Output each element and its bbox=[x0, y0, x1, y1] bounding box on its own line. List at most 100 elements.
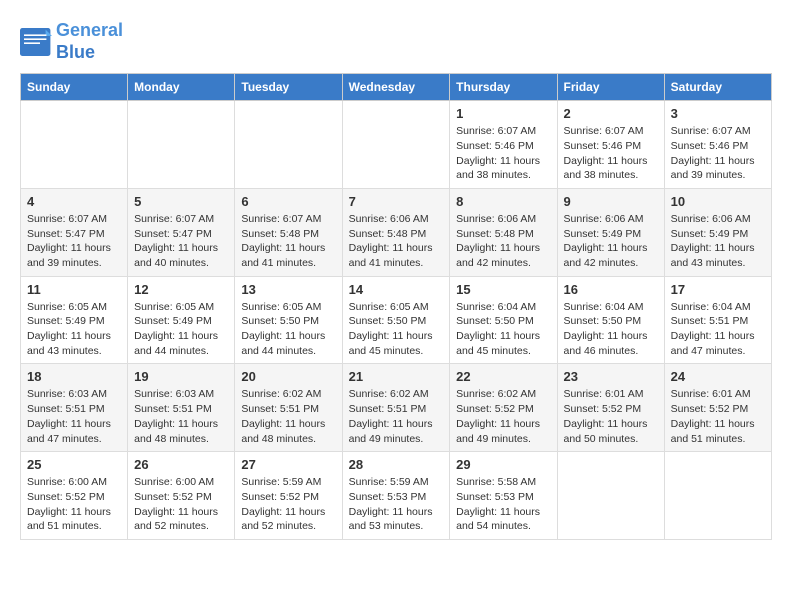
day-info: Sunrise: 6:00 AM Sunset: 5:52 PM Dayligh… bbox=[134, 475, 228, 534]
day-info: Sunrise: 5:59 AM Sunset: 5:52 PM Dayligh… bbox=[241, 475, 335, 534]
day-number: 28 bbox=[349, 457, 444, 472]
day-info: Sunrise: 6:07 AM Sunset: 5:46 PM Dayligh… bbox=[456, 124, 550, 183]
day-number: 27 bbox=[241, 457, 335, 472]
week-row-1: 4Sunrise: 6:07 AM Sunset: 5:47 PM Daylig… bbox=[21, 188, 772, 276]
day-number: 16 bbox=[564, 282, 658, 297]
day-cell: 20 Sunrise: 6:02 AM Sunset: 5:51 PM Dayli… bbox=[235, 364, 342, 452]
day-info: Sunrise: 5:59 AM Sunset: 5:53 PM Dayligh… bbox=[349, 475, 444, 534]
day-info: Sunrise: 6:06 AM Sunset: 5:48 PM Dayligh… bbox=[349, 212, 444, 271]
header-cell-saturday: Saturday bbox=[664, 74, 771, 101]
day-number: 9 bbox=[564, 194, 658, 209]
header-cell-sunday: Sunday bbox=[21, 74, 128, 101]
day-number: 29 bbox=[456, 457, 550, 472]
day-info: Sunrise: 6:07 AM Sunset: 5:46 PM Dayligh… bbox=[564, 124, 658, 183]
day-cell bbox=[21, 101, 128, 189]
day-number: 5 bbox=[134, 194, 228, 209]
day-info: Sunrise: 6:00 AM Sunset: 5:52 PM Dayligh… bbox=[27, 475, 121, 534]
day-number: 12 bbox=[134, 282, 228, 297]
day-cell: 19 Sunrise: 6:03 AM Sunset: 5:51 PM Dayli… bbox=[128, 364, 235, 452]
day-number: 19 bbox=[134, 369, 228, 384]
day-cell: 28 Sunrise: 5:59 AM Sunset: 5:53 PM Dayli… bbox=[342, 452, 450, 540]
day-info: Sunrise: 6:05 AM Sunset: 5:49 PM Dayligh… bbox=[27, 300, 121, 359]
week-row-0: 1 Sunrise: 6:07 AM Sunset: 5:46 PM Daylig… bbox=[21, 101, 772, 189]
day-info: Sunrise: 6:06 AM Sunset: 5:48 PM Dayligh… bbox=[456, 212, 550, 271]
day-cell bbox=[128, 101, 235, 189]
day-number: 24 bbox=[671, 369, 765, 384]
day-cell: 17 Sunrise: 6:04 AM Sunset: 5:51 PM Dayli… bbox=[664, 276, 771, 364]
day-info: Sunrise: 6:04 AM Sunset: 5:50 PM Dayligh… bbox=[456, 300, 550, 359]
day-number: 2 bbox=[564, 106, 658, 121]
day-cell: 15 Sunrise: 6:04 AM Sunset: 5:50 PM Dayli… bbox=[450, 276, 557, 364]
day-cell bbox=[664, 452, 771, 540]
week-row-3: 18 Sunrise: 6:03 AM Sunset: 5:51 PM Dayli… bbox=[21, 364, 772, 452]
day-number: 25 bbox=[27, 457, 121, 472]
day-cell: 29 Sunrise: 5:58 AM Sunset: 5:53 PM Dayli… bbox=[450, 452, 557, 540]
day-number: 7 bbox=[349, 194, 444, 209]
day-number: 6 bbox=[241, 194, 335, 209]
day-cell: 9 Sunrise: 6:06 AM Sunset: 5:49 PM Daylig… bbox=[557, 188, 664, 276]
day-info: Sunrise: 6:06 AM Sunset: 5:49 PM Dayligh… bbox=[564, 212, 658, 271]
calendar-table: SundayMondayTuesdayWednesdayThursdayFrid… bbox=[20, 73, 772, 540]
day-info: Sunrise: 6:05 AM Sunset: 5:50 PM Dayligh… bbox=[349, 300, 444, 359]
day-cell: 8 Sunrise: 6:06 AM Sunset: 5:48 PM Daylig… bbox=[450, 188, 557, 276]
day-cell: 2 Sunrise: 6:07 AM Sunset: 5:46 PM Daylig… bbox=[557, 101, 664, 189]
day-number: 13 bbox=[241, 282, 335, 297]
day-cell: 21 Sunrise: 6:02 AM Sunset: 5:51 PM Dayli… bbox=[342, 364, 450, 452]
day-cell: 1 Sunrise: 6:07 AM Sunset: 5:46 PM Daylig… bbox=[450, 101, 557, 189]
day-cell: 7 Sunrise: 6:06 AM Sunset: 5:48 PM Daylig… bbox=[342, 188, 450, 276]
day-cell: 25 Sunrise: 6:00 AM Sunset: 5:52 PM Dayli… bbox=[21, 452, 128, 540]
day-cell: 26 Sunrise: 6:00 AM Sunset: 5:52 PM Dayli… bbox=[128, 452, 235, 540]
day-cell bbox=[235, 101, 342, 189]
day-cell: 12 Sunrise: 6:05 AM Sunset: 5:49 PM Dayli… bbox=[128, 276, 235, 364]
day-info: Sunrise: 6:05 AM Sunset: 5:49 PM Dayligh… bbox=[134, 300, 228, 359]
day-cell bbox=[557, 452, 664, 540]
day-info: Sunrise: 6:04 AM Sunset: 5:51 PM Dayligh… bbox=[671, 300, 765, 359]
logo-icon bbox=[20, 28, 52, 56]
day-cell: 11 Sunrise: 6:05 AM Sunset: 5:49 PM Dayli… bbox=[21, 276, 128, 364]
header-row: SundayMondayTuesdayWednesdayThursdayFrid… bbox=[21, 74, 772, 101]
day-number: 3 bbox=[671, 106, 765, 121]
header-cell-tuesday: Tuesday bbox=[235, 74, 342, 101]
day-number: 15 bbox=[456, 282, 550, 297]
day-cell: 13 Sunrise: 6:05 AM Sunset: 5:50 PM Dayli… bbox=[235, 276, 342, 364]
day-number: 23 bbox=[564, 369, 658, 384]
day-number: 18 bbox=[27, 369, 121, 384]
day-cell: 3Sunrise: 6:07 AM Sunset: 5:46 PM Daylig… bbox=[664, 101, 771, 189]
day-info: Sunrise: 6:02 AM Sunset: 5:51 PM Dayligh… bbox=[349, 387, 444, 446]
day-info: Sunrise: 5:58 AM Sunset: 5:53 PM Dayligh… bbox=[456, 475, 550, 534]
day-cell: 23Sunrise: 6:01 AM Sunset: 5:52 PM Dayli… bbox=[557, 364, 664, 452]
header-cell-friday: Friday bbox=[557, 74, 664, 101]
header-cell-wednesday: Wednesday bbox=[342, 74, 450, 101]
day-cell: 6 Sunrise: 6:07 AM Sunset: 5:48 PM Daylig… bbox=[235, 188, 342, 276]
day-number: 1 bbox=[456, 106, 550, 121]
day-info: Sunrise: 6:04 AM Sunset: 5:50 PM Dayligh… bbox=[564, 300, 658, 359]
day-cell: 5 Sunrise: 6:07 AM Sunset: 5:47 PM Daylig… bbox=[128, 188, 235, 276]
day-info: Sunrise: 6:07 AM Sunset: 5:47 PM Dayligh… bbox=[134, 212, 228, 271]
day-number: 20 bbox=[241, 369, 335, 384]
header-cell-monday: Monday bbox=[128, 74, 235, 101]
day-info: Sunrise: 6:07 AM Sunset: 5:48 PM Dayligh… bbox=[241, 212, 335, 271]
week-row-4: 25 Sunrise: 6:00 AM Sunset: 5:52 PM Dayli… bbox=[21, 452, 772, 540]
day-cell: 27 Sunrise: 5:59 AM Sunset: 5:52 PM Dayli… bbox=[235, 452, 342, 540]
day-info: Sunrise: 6:06 AM Sunset: 5:49 PM Dayligh… bbox=[671, 212, 765, 271]
day-number: 10 bbox=[671, 194, 765, 209]
day-info: Sunrise: 6:05 AM Sunset: 5:50 PM Dayligh… bbox=[241, 300, 335, 359]
day-number: 21 bbox=[349, 369, 444, 384]
day-number: 17 bbox=[671, 282, 765, 297]
day-number: 14 bbox=[349, 282, 444, 297]
day-cell: 24Sunrise: 6:01 AM Sunset: 5:52 PM Dayli… bbox=[664, 364, 771, 452]
logo: General Blue bbox=[20, 20, 123, 63]
day-number: 8 bbox=[456, 194, 550, 209]
day-number: 26 bbox=[134, 457, 228, 472]
day-number: 11 bbox=[27, 282, 121, 297]
day-cell: 4Sunrise: 6:07 AM Sunset: 5:47 PM Daylig… bbox=[21, 188, 128, 276]
day-cell: 14 Sunrise: 6:05 AM Sunset: 5:50 PM Dayli… bbox=[342, 276, 450, 364]
logo-text: General Blue bbox=[56, 20, 123, 63]
day-cell: 22Sunrise: 6:02 AM Sunset: 5:52 PM Dayli… bbox=[450, 364, 557, 452]
day-info: Sunrise: 6:03 AM Sunset: 5:51 PM Dayligh… bbox=[27, 387, 121, 446]
day-info: Sunrise: 6:03 AM Sunset: 5:51 PM Dayligh… bbox=[134, 387, 228, 446]
week-row-2: 11 Sunrise: 6:05 AM Sunset: 5:49 PM Dayli… bbox=[21, 276, 772, 364]
page-header: General Blue bbox=[20, 20, 772, 63]
day-info: Sunrise: 6:02 AM Sunset: 5:52 PM Dayligh… bbox=[456, 387, 550, 446]
day-info: Sunrise: 6:02 AM Sunset: 5:51 PM Dayligh… bbox=[241, 387, 335, 446]
